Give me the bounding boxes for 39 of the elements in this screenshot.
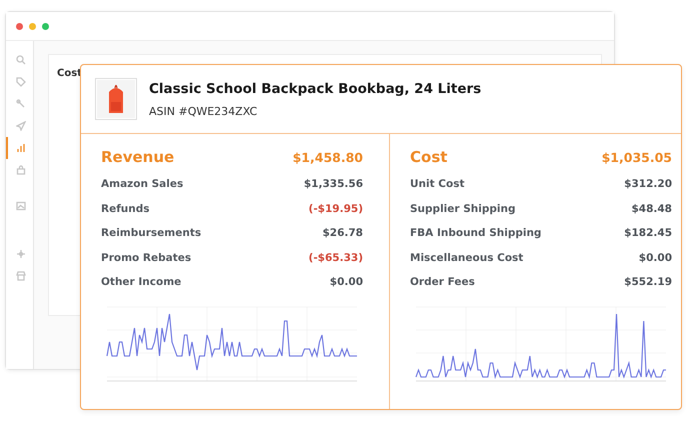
close-button[interactable] [16, 22, 23, 30]
section-total: $1,035.05 [602, 150, 672, 164]
maximize-button[interactable] [42, 22, 49, 30]
image-icon [16, 201, 26, 211]
send-icon [16, 121, 26, 131]
line-item-label: Miscellaneous Cost [410, 252, 524, 264]
plus-icon [16, 249, 26, 259]
product-asin: ASIN #QWE234ZXC [149, 104, 258, 118]
line-item-value: $312.20 [624, 178, 672, 190]
line-item-label: Unit Cost [410, 178, 464, 190]
section-title: Cost [410, 148, 448, 166]
section-total: $1,458.80 [292, 150, 363, 164]
tag-icon [16, 77, 26, 87]
bag-icon [16, 165, 26, 175]
line-item-label: Amazon Sales [101, 178, 184, 190]
line-item-value: $0.00 [330, 276, 363, 288]
line-item-value: $0.00 [638, 252, 672, 264]
line-item-value: $552.19 [624, 276, 672, 288]
wrench-icon [16, 99, 26, 109]
bar-chart-icon [16, 143, 26, 153]
product-title: Classic School Backpack Bookbag, 24 Liters [149, 80, 482, 96]
search-icon [16, 55, 26, 65]
store-icon [16, 271, 26, 281]
section-title: Revenue [101, 148, 174, 166]
line-item-value: (-$65.33) [308, 252, 363, 264]
minimize-button[interactable] [29, 22, 36, 30]
line-item-value: $1,335.56 [304, 178, 363, 190]
line-item-label: Supplier Shipping [410, 202, 516, 215]
line-item-value: $182.45 [624, 227, 672, 240]
line-item-label: Order Fees [410, 276, 475, 288]
line-item-label: Promo Rebates [101, 252, 192, 264]
line-item-value: $26.78 [322, 227, 363, 240]
line-item-value: (-$19.95) [308, 202, 363, 215]
line-item-label: FBA Inbound Shipping [410, 227, 542, 240]
line-item-label: Refunds [101, 202, 150, 215]
line-item-value: $48.48 [631, 202, 672, 215]
line-item-label: Other Income [101, 276, 182, 288]
line-item-label: Reimbursements [101, 227, 202, 240]
panel-title: Cost [57, 68, 82, 79]
